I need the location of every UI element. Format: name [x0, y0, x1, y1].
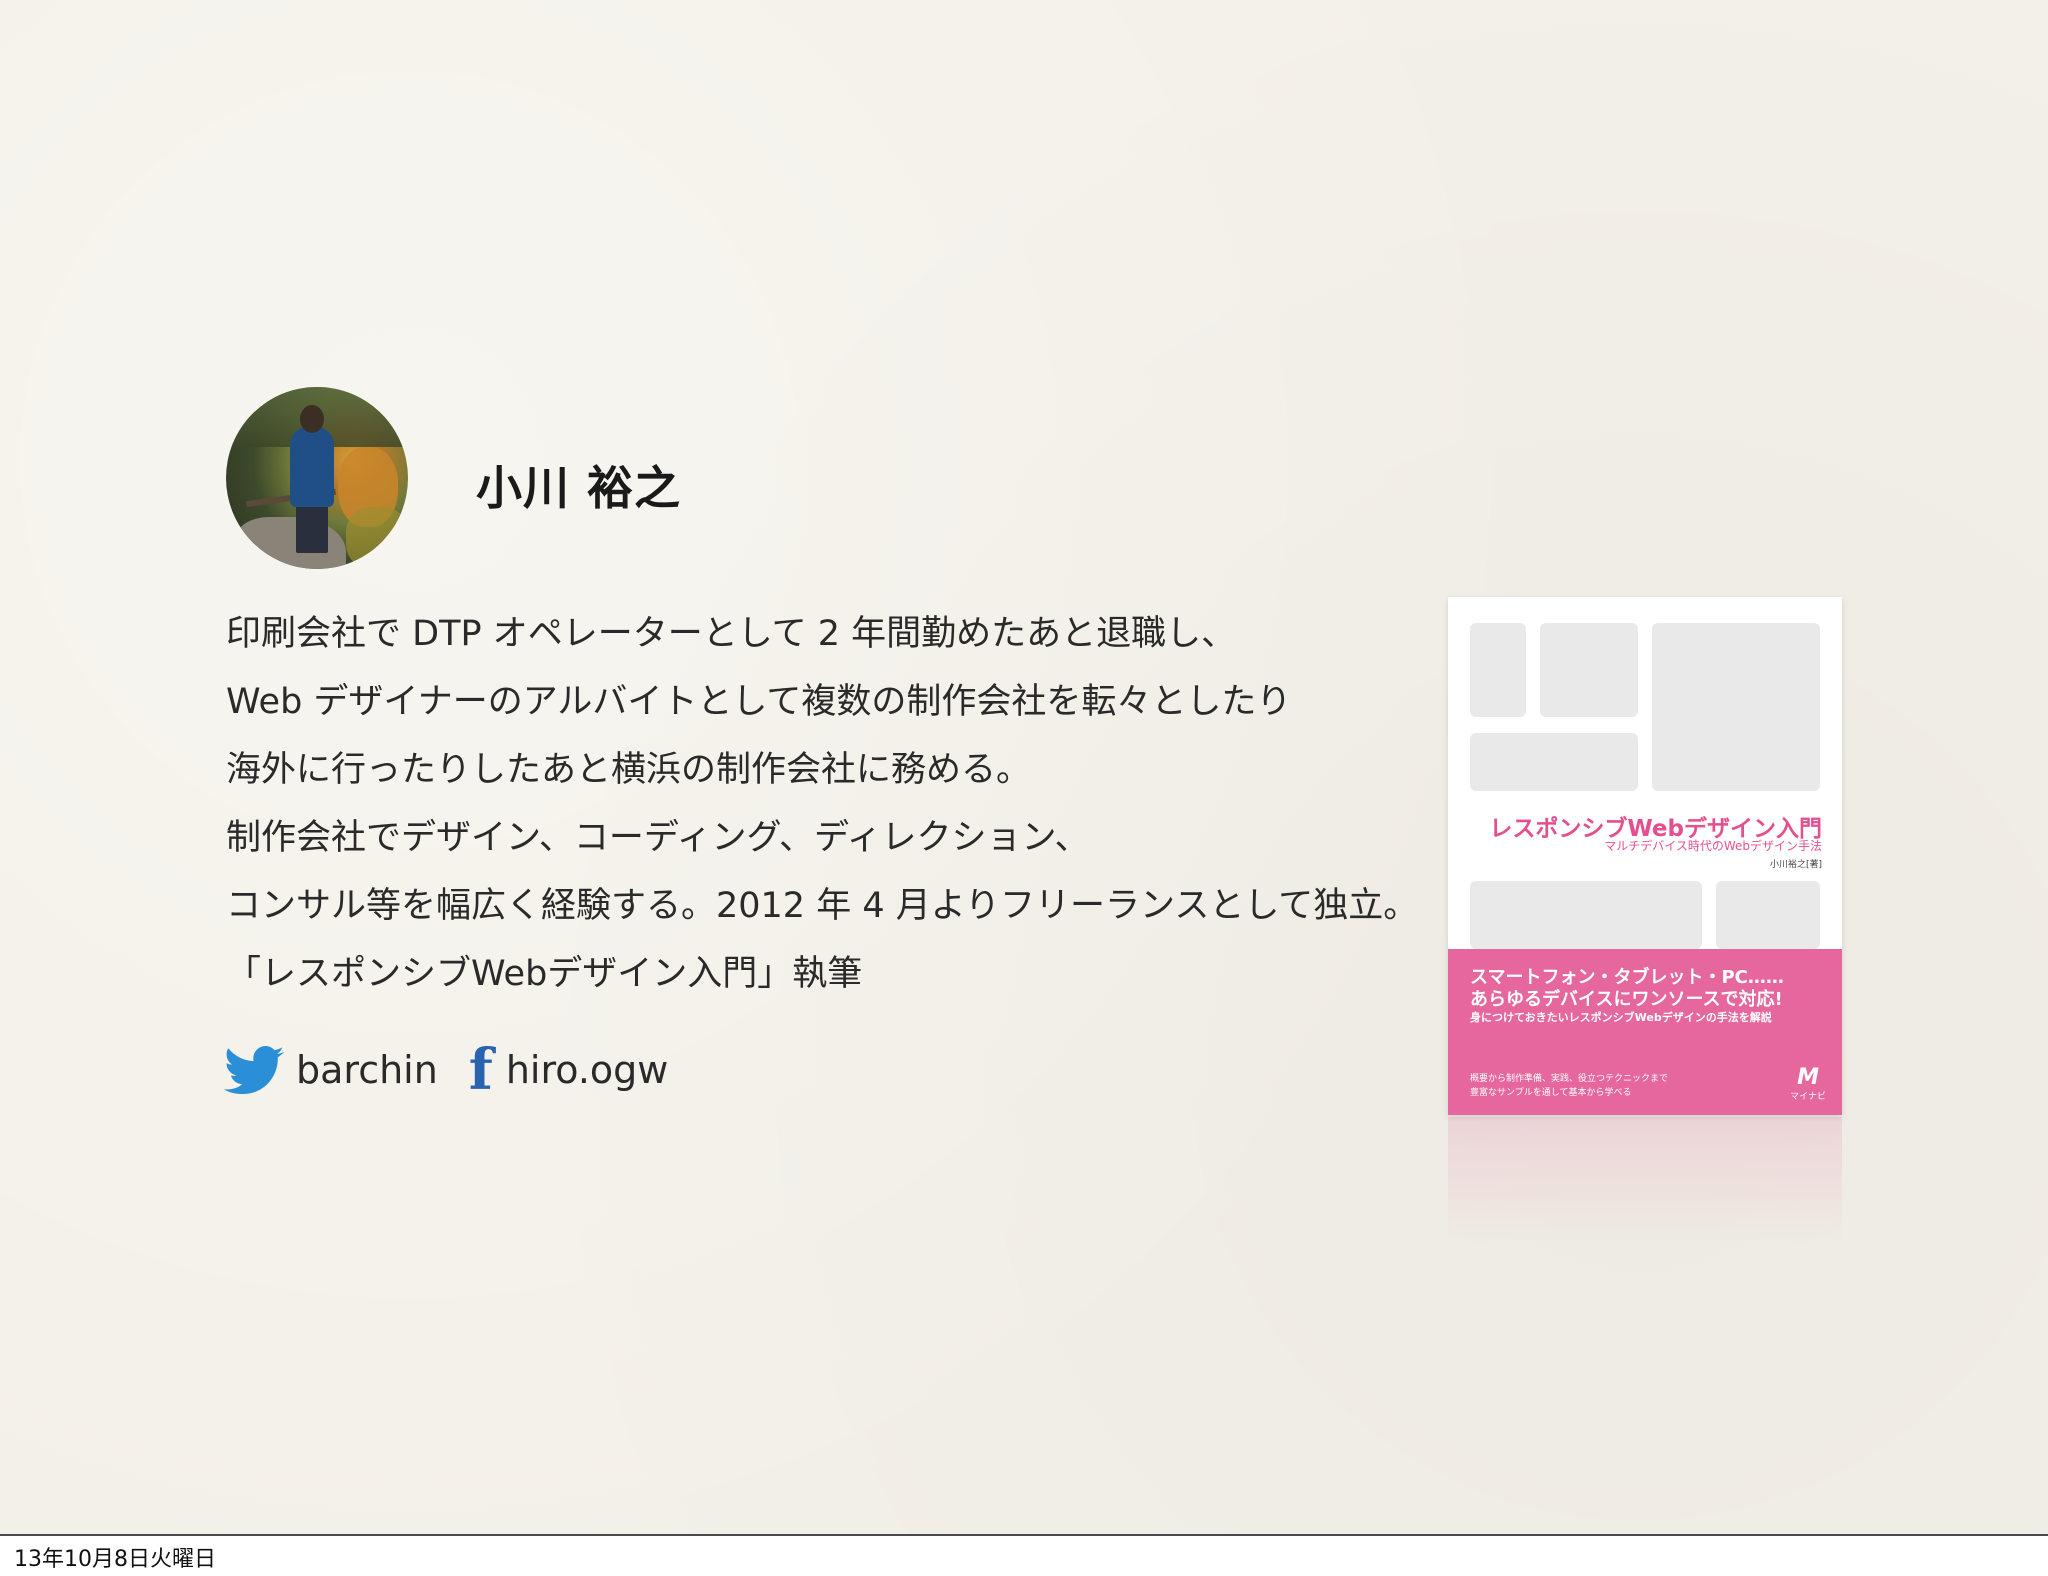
book-band: スマートフォン・タブレット・PC…… あらゆるデバイスにワンソースで対応! 身に… [1448, 949, 1842, 1115]
publisher-name: マイナビ [1790, 1092, 1826, 1102]
book-cover-tile [1470, 881, 1702, 949]
book-cover-tile [1652, 623, 1820, 791]
bio-line: コンサル等を幅広く経験する。2012 年 4 月よりフリーランスとして独立。 [226, 886, 1419, 926]
bio-line: 「レスポンシブWebデザイン入門」執筆 [226, 954, 863, 994]
book-band-line: 豊富なサンプルを通して基本から学べる [1470, 1088, 1632, 1098]
book-cover: レスポンシブWebデザイン入門 マルチデバイス時代のWebデザイン手法 小川裕之… [1448, 597, 1842, 1115]
book-band-line: 概要から制作準備、実践、役立つテクニックまで [1470, 1074, 1669, 1084]
facebook-handle: hiro.ogw [505, 1048, 669, 1092]
bio-line: 制作会社でデザイン、コーディング、ディレクション、 [226, 818, 1090, 858]
publisher-mark: M [1797, 1065, 1820, 1090]
publisher-logo: M マイナビ [1790, 1065, 1826, 1103]
profile-bio: 印刷会社で DTP オペレーターとして 2 年間勤めたあと退職し、 Web デザ… [226, 610, 1418, 1018]
avatar-path [236, 517, 346, 569]
book-band-line: 身につけておきたいレスポンシブWebデザインの手法を解説 [1470, 1011, 1772, 1024]
bio-line: Web デザイナーのアルバイトとして複数の制作会社を転々としたり [226, 682, 1292, 722]
social-links: barchin f hiro.ogw [224, 1037, 696, 1103]
profile-avatar [226, 387, 408, 569]
book-author: 小川裕之[著] [1769, 860, 1822, 870]
bio-line: 海外に行ったりしたあと横浜の制作会社に務める。 [226, 750, 1032, 790]
avatar-bush [346, 507, 408, 569]
twitter-bird-icon [224, 1046, 284, 1094]
book-cover-tile [1470, 623, 1526, 717]
twitter-link[interactable]: barchin [224, 1046, 438, 1094]
profile-name: 小川 裕之 [476, 461, 682, 515]
facebook-link[interactable]: f hiro.ogw [466, 1037, 669, 1103]
book-reflection [1448, 1117, 1842, 1297]
slide: 小川 裕之 印刷会社で DTP オペレーターとして 2 年間勤めたあと退職し、 … [0, 0, 2048, 1536]
bio-line: 印刷会社で DTP オペレーターとして 2 年間勤めたあと退職し、 [226, 614, 1237, 654]
footer-date: 13年10月8日火曜日 [14, 1547, 216, 1572]
avatar-person-body [290, 427, 334, 507]
avatar-person-legs [296, 503, 328, 553]
avatar-person-head [300, 405, 324, 433]
facebook-f-icon: f [468, 1037, 493, 1103]
book-subtitle: マルチデバイス時代のWebデザイン手法 [1604, 839, 1822, 853]
book-cover-tile [1540, 623, 1638, 717]
book-cover-tile [1716, 881, 1820, 949]
book-band-line: あらゆるデバイスにワンソースで対応! [1470, 989, 1783, 1010]
book-cover-tile [1470, 733, 1638, 791]
twitter-handle: barchin [296, 1048, 438, 1092]
